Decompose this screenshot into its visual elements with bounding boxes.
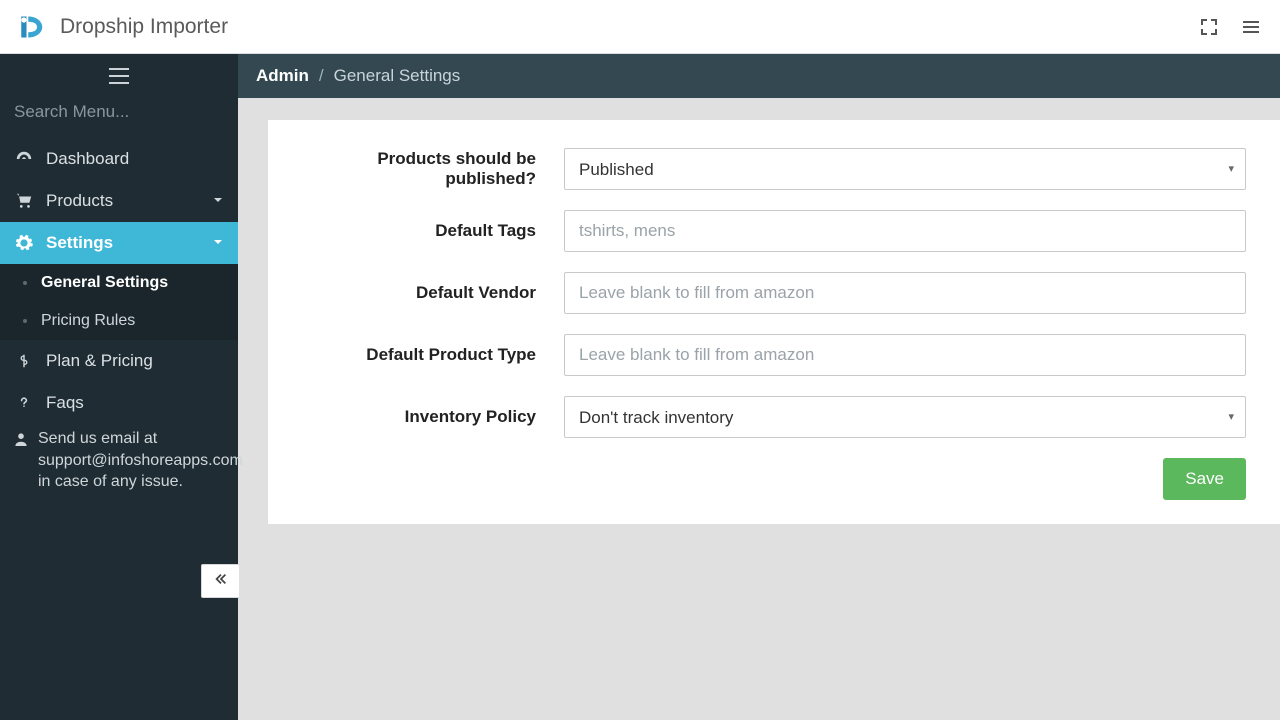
submenu-general-settings[interactable]: General Settings	[0, 264, 238, 302]
submenu-pricing-rules[interactable]: Pricing Rules	[0, 302, 238, 340]
sidebar-item-plan-pricing[interactable]: Plan & Pricing	[0, 340, 238, 382]
publish-select[interactable]: Published	[564, 148, 1246, 190]
fullscreen-icon[interactable]	[1200, 18, 1218, 36]
sidebar-item-label: Settings	[46, 233, 113, 253]
dashboard-icon	[14, 150, 34, 168]
sidebar-item-label: Products	[46, 191, 113, 211]
menu-search-input[interactable]	[14, 98, 224, 126]
breadcrumb-root[interactable]: Admin	[256, 66, 309, 86]
question-icon	[14, 395, 34, 411]
gear-icon	[14, 234, 34, 252]
sidebar-item-label: Dashboard	[46, 149, 129, 169]
topbar: Dropship Importer	[0, 0, 1280, 54]
sidebar-item-settings[interactable]: Settings	[0, 222, 238, 264]
tags-label: Default Tags	[302, 221, 564, 241]
tags-input[interactable]	[564, 210, 1246, 252]
sidebar-item-products[interactable]: Products	[0, 180, 238, 222]
main-content: Admin / General Settings Products should…	[238, 54, 1280, 720]
cart-icon	[14, 192, 34, 210]
publish-label: Products should be published?	[302, 149, 564, 189]
support-note: Send us email at support@infoshoreapps.c…	[0, 424, 238, 493]
breadcrumb-current: General Settings	[334, 66, 461, 86]
settings-submenu: General Settings Pricing Rules	[0, 264, 238, 340]
sidebar-item-faqs[interactable]: Faqs	[0, 382, 238, 424]
menu-icon[interactable]	[1242, 18, 1260, 36]
sidebar-item-dashboard[interactable]: Dashboard	[0, 138, 238, 180]
support-text: Send us email at support@infoshoreapps.c…	[38, 428, 243, 493]
chevron-left-double-icon	[214, 572, 228, 590]
chevron-down-icon	[212, 233, 224, 253]
chevron-down-icon	[212, 191, 224, 211]
breadcrumb-separator: /	[319, 66, 324, 86]
breadcrumb: Admin / General Settings	[238, 54, 1280, 98]
app-logo-icon	[16, 13, 44, 41]
inventory-label: Inventory Policy	[302, 407, 564, 427]
settings-panel: Products should be published? Published …	[268, 120, 1280, 524]
vendor-label: Default Vendor	[302, 283, 564, 303]
product-type-label: Default Product Type	[302, 345, 564, 365]
user-icon	[14, 428, 28, 493]
save-button[interactable]: Save	[1163, 458, 1246, 500]
sidebar-collapse-button[interactable]	[201, 564, 239, 598]
sidebar-toggle-icon[interactable]	[109, 68, 129, 84]
dollar-icon	[14, 352, 34, 370]
product-type-input[interactable]	[564, 334, 1246, 376]
sidebar-item-label: Plan & Pricing	[46, 351, 153, 371]
sidebar: Dashboard Products Settings	[0, 54, 238, 720]
inventory-select[interactable]: Don't track inventory	[564, 396, 1246, 438]
sidebar-item-label: Faqs	[46, 393, 84, 413]
app-title: Dropship Importer	[60, 15, 228, 39]
vendor-input[interactable]	[564, 272, 1246, 314]
